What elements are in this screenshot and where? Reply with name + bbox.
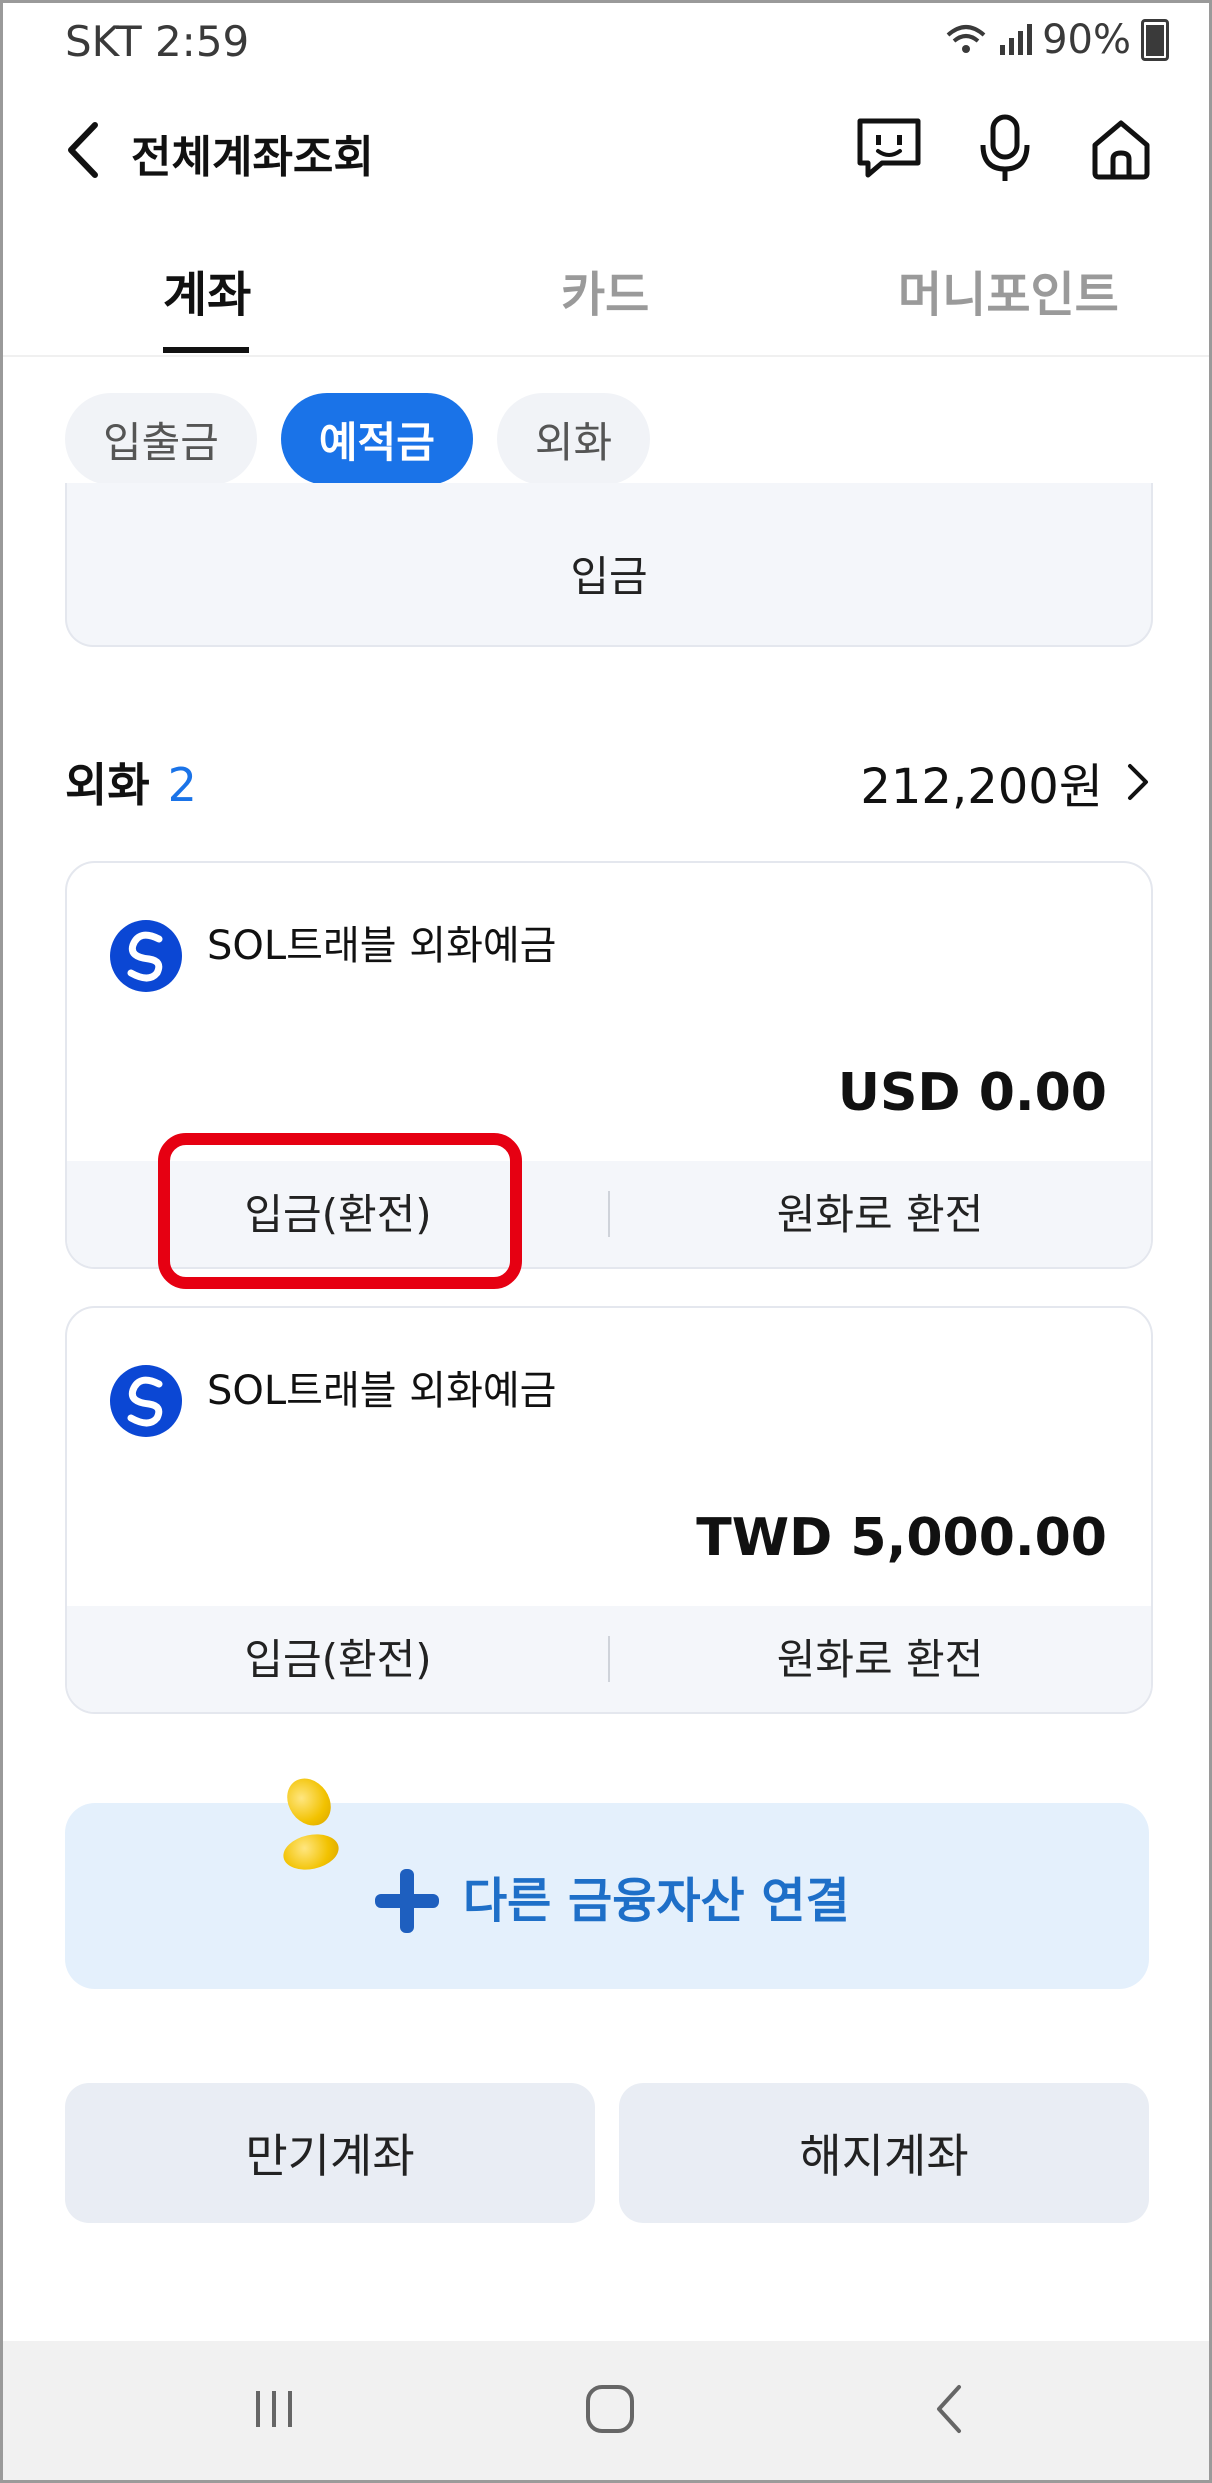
section-title: 외화 2 — [65, 749, 197, 815]
coin-icon — [280, 1829, 342, 1875]
savings-card-partial: 입금 — [65, 483, 1153, 647]
deposit-exchange-button[interactable]: 입금(환전) — [67, 1626, 609, 1687]
convert-to-krw-button[interactable]: 원화로 환전 — [609, 1181, 1151, 1242]
voice-search-button[interactable] — [965, 109, 1045, 189]
system-nav-bar — [3, 2341, 1209, 2480]
status-right: 90% — [944, 17, 1169, 63]
back-nav-icon — [937, 2385, 961, 2433]
account-balance: USD 0.00 — [837, 1063, 1107, 1123]
matured-accounts-button[interactable]: 만기계좌 — [65, 2083, 595, 2223]
section-total-amount: 212,200원 — [860, 759, 1103, 815]
page-title: 전체계좌조회 — [131, 132, 374, 183]
status-carrier-time: SKT 2:59 — [65, 17, 250, 66]
home-nav-button[interactable] — [565, 2369, 655, 2449]
section-count: 2 — [167, 758, 197, 812]
battery-icon — [1141, 19, 1169, 61]
chevron-right-icon — [1128, 764, 1148, 800]
chatbot-button[interactable] — [849, 109, 929, 189]
chip-foreign-currency[interactable]: 외화 — [496, 393, 651, 485]
shinhan-logo-icon — [110, 1365, 182, 1437]
tab-bar: 계좌 카드 머니포인트 — [3, 235, 1209, 357]
section-total-link[interactable]: 212,200원 — [860, 747, 1149, 817]
app-screen: SKT 2:59 90% 전체계좌조회 계좌 카드 머니포인트 입출금 예적금 … — [0, 0, 1212, 2483]
signal-icon — [1000, 24, 1033, 55]
section-title-label: 외화 — [65, 758, 150, 812]
coin-icon — [278, 1770, 340, 1834]
status-bar: SKT 2:59 90% — [3, 3, 1209, 81]
recent-apps-icon — [256, 2391, 292, 2427]
filter-chips: 입출금 예적금 외화 — [65, 393, 651, 485]
tab-money-point[interactable]: 머니포인트 — [898, 255, 1119, 325]
highlight-box — [158, 1133, 522, 1289]
card-actions: 입금(환전) 원화로 환전 — [67, 1606, 1151, 1712]
back-nav-button[interactable] — [903, 2369, 993, 2449]
chatbot-icon — [857, 118, 921, 178]
foreign-account-card[interactable]: SOL트래블 외화예금 TWD 5,000.00 입금(환전) 원화로 환전 — [65, 1306, 1153, 1714]
chip-savings[interactable]: 예적금 — [280, 393, 473, 485]
home-nav-icon — [586, 2385, 634, 2433]
microphone-icon — [980, 114, 1030, 181]
chip-deposit-withdrawal[interactable]: 입출금 — [65, 393, 257, 485]
account-name: SOL트래블 외화예금 — [207, 1368, 557, 1414]
back-icon — [68, 122, 98, 178]
tab-accounts[interactable]: 계좌 — [163, 255, 251, 325]
back-button[interactable] — [53, 115, 113, 185]
account-name: SOL트래블 외화예금 — [207, 923, 557, 969]
tab-cards[interactable]: 카드 — [561, 255, 649, 325]
account-balance: TWD 5,000.00 — [696, 1508, 1107, 1568]
active-tab-indicator — [163, 347, 249, 353]
foreign-currency-section-header[interactable]: 외화 2 212,200원 — [65, 743, 1149, 815]
battery-percent: 90% — [1042, 17, 1131, 63]
home-button[interactable] — [1081, 109, 1161, 189]
recent-apps-button[interactable] — [229, 2369, 319, 2449]
connect-assets-label: 다른 금융자산 연결 — [463, 1873, 850, 1929]
deposit-button[interactable]: 입금 — [67, 543, 1151, 604]
closed-accounts-button[interactable]: 해지계좌 — [619, 2083, 1149, 2223]
connect-assets-banner[interactable]: 다른 금융자산 연결 — [65, 1770, 1149, 1989]
shinhan-logo-icon — [110, 920, 182, 992]
app-header: 전체계좌조회 — [3, 103, 1209, 198]
plus-icon — [375, 1869, 439, 1933]
home-icon — [1092, 120, 1150, 180]
convert-to-krw-button[interactable]: 원화로 환전 — [609, 1626, 1151, 1687]
wifi-icon — [946, 25, 986, 53]
